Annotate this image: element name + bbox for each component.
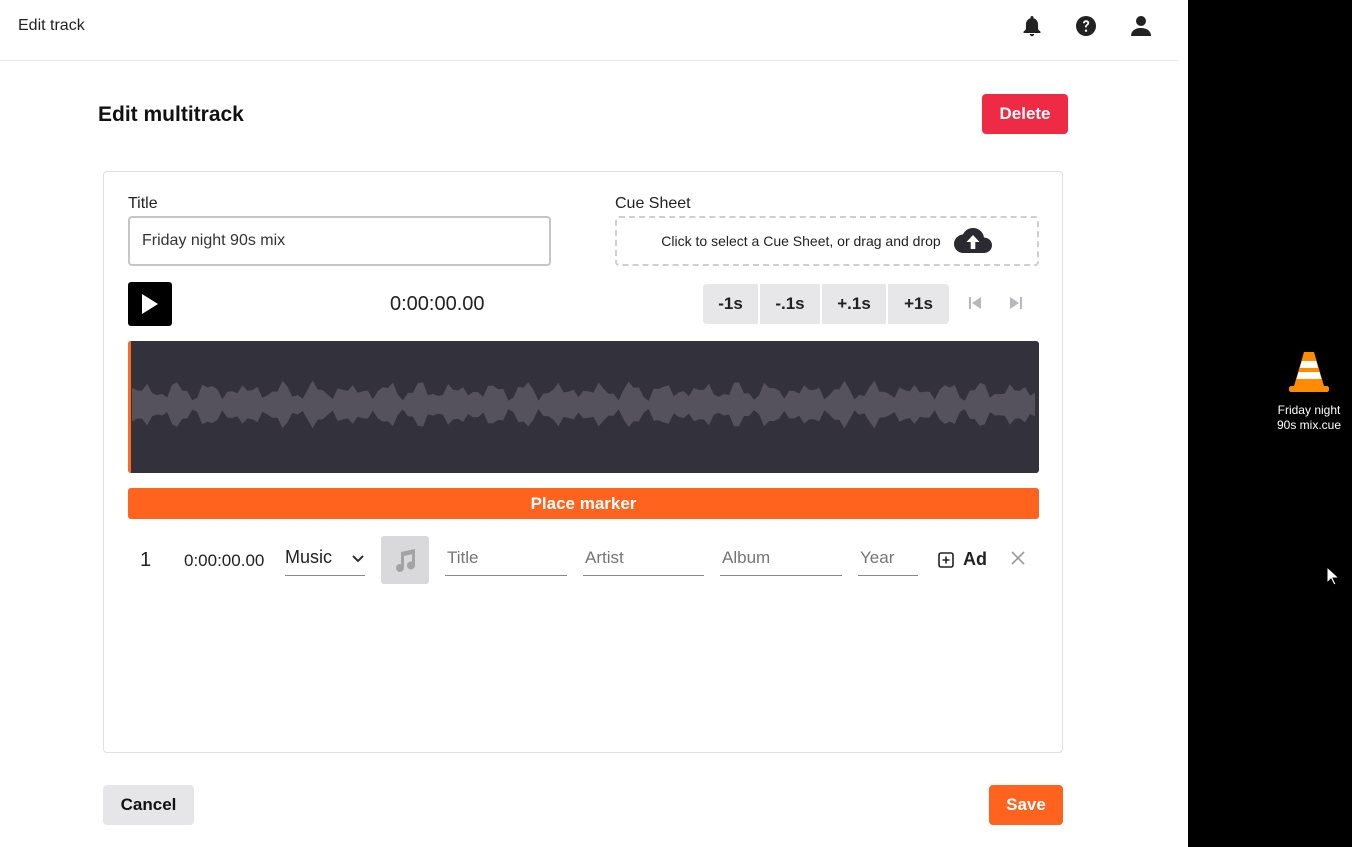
save-button[interactable]: Save (989, 785, 1063, 825)
bell-icon[interactable] (1020, 14, 1044, 38)
track-type-select[interactable]: Music (285, 540, 365, 576)
waveform-graphic (132, 380, 1035, 429)
vlc-cone-icon (1289, 352, 1329, 392)
play-icon (142, 294, 158, 314)
skip-next-icon[interactable] (1007, 294, 1025, 312)
desktop-file-cue[interactable]: Friday night 90s mix.cue (1272, 350, 1346, 433)
track-title-input[interactable] (445, 540, 567, 576)
waveform-shape (132, 380, 1035, 429)
cloud-upload-icon (953, 226, 993, 257)
seek-forward-1s-button[interactable]: +1s (888, 284, 949, 324)
track-timestamp: 0:00:00.00 (184, 551, 265, 570)
playback-timecode: 0:00:00.00 (390, 293, 485, 315)
top-bar: Edit track (0, 0, 1178, 61)
chevron-down-icon (351, 547, 365, 568)
cue-sheet-dropzone[interactable]: Click to select a Cue Sheet, or drag and… (615, 216, 1039, 266)
add-track-button[interactable]: Ad (938, 549, 987, 570)
seek-back-100ms-button[interactable]: -.1s (760, 284, 822, 324)
app-window: Edit track Edit multitrack Delete Title … (0, 0, 1178, 847)
seek-button-group: -1s -.1s +.1s +1s (703, 284, 949, 324)
add-track-label: Ad (963, 549, 987, 569)
page-title: Edit multitrack (98, 103, 244, 126)
window-title: Edit track (18, 17, 85, 34)
user-icon[interactable] (1129, 14, 1153, 38)
cue-sheet-label: Cue Sheet (615, 195, 691, 212)
multitrack-editor-panel: Title Cue Sheet Click to select a Cue Sh… (103, 171, 1063, 753)
skip-previous-icon[interactable] (966, 294, 984, 312)
cue-sheet-prompt: Click to select a Cue Sheet, or drag and… (661, 233, 941, 249)
desktop-file-label: Friday night 90s mix.cue (1276, 403, 1342, 432)
help-icon[interactable] (1074, 14, 1098, 38)
close-icon[interactable] (1009, 549, 1027, 567)
track-artist-input[interactable] (583, 540, 704, 576)
music-note-icon (396, 549, 415, 572)
track-row: 1 0:00:00.00 Music Ad (104, 532, 1064, 586)
track-artwork[interactable] (381, 536, 429, 584)
track-index: 1 (140, 549, 152, 571)
track-type-value: Music (285, 547, 333, 567)
waveform-display[interactable] (128, 341, 1039, 473)
title-input[interactable] (128, 216, 551, 266)
play-button[interactable] (128, 282, 172, 326)
cancel-button[interactable]: Cancel (103, 785, 194, 825)
delete-button[interactable]: Delete (982, 94, 1068, 134)
place-marker-button[interactable]: Place marker (128, 488, 1039, 519)
window-edge (1178, 0, 1188, 847)
playhead[interactable] (128, 341, 131, 473)
mouse-cursor-icon (1326, 565, 1341, 591)
track-album-input[interactable] (720, 540, 842, 576)
seek-forward-100ms-button[interactable]: +.1s (822, 284, 888, 324)
track-year-input[interactable] (858, 540, 918, 576)
add-box-icon (938, 551, 954, 568)
seek-back-1s-button[interactable]: -1s (703, 284, 760, 324)
title-label: Title (128, 195, 158, 212)
